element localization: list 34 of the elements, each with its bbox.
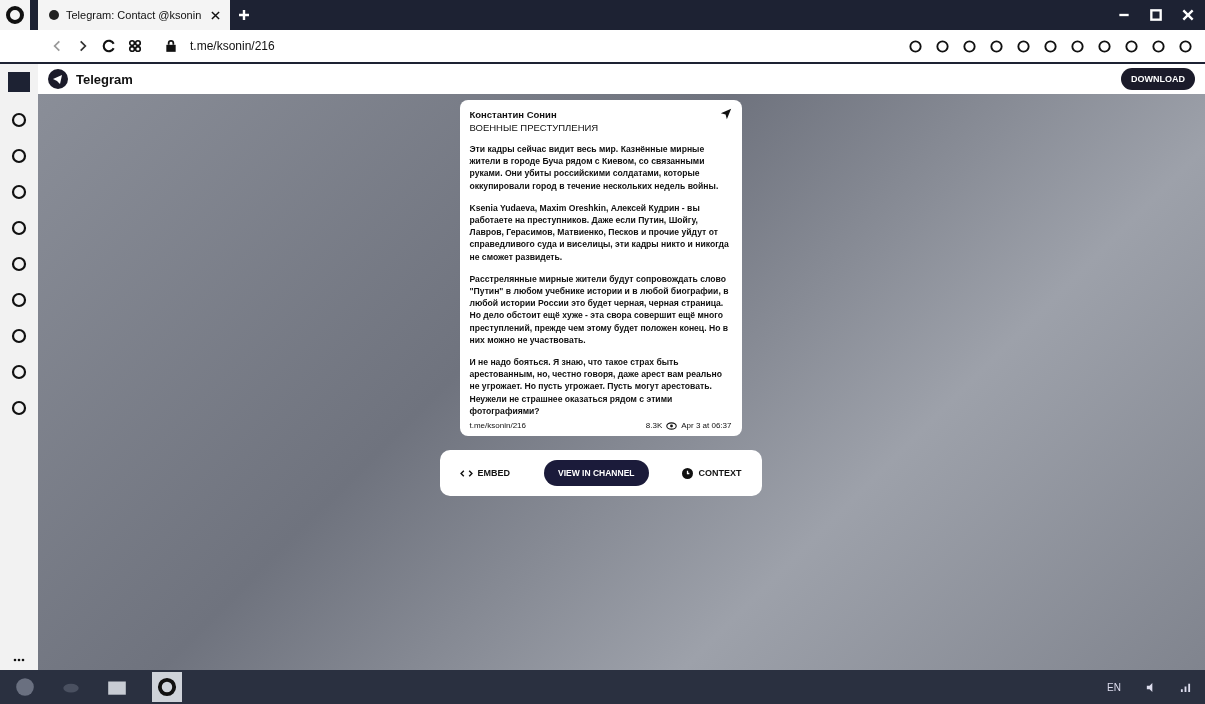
site-title: Telegram [76,71,133,87]
maximize-icon[interactable] [1149,8,1163,22]
more-icon[interactable] [13,658,25,662]
context-button[interactable]: CONTEXT [678,463,746,483]
new-tab-icon[interactable] [238,9,251,21]
network-icon[interactable] [1180,681,1191,693]
post-paragraph: И не надо бояться. Я знаю, что такое страх быть арестованным, но, честно говоря, даже арест вам реально не угрожает. Но пусть угрожает. Пусть могут арестовать. Неужели не страшнее оказаться рядом с этими фотографиями? [469,356,723,418]
telegram-logo-icon[interactable] [48,69,68,89]
view-count: 8.3K [645,421,663,431]
browser-logo-icon[interactable] [0,0,30,30]
globe-icon [48,9,60,21]
post-author[interactable]: Константин Сонин [469,108,557,120]
lock-icon [164,39,178,53]
reload-icon[interactable] [102,39,116,53]
browser-tab[interactable]: Telegram: Contact @ksonin [38,0,231,30]
browser-logo-icon[interactable] [152,672,182,702]
close-tab-icon[interactable] [211,10,221,20]
circle-icon[interactable] [11,184,27,200]
post-paragraph: Расстрелянные мирные жители будут сопровождать слово "Путин" в любом учебнике истории и в любой биографии, в любой истории России это будет черная, черная страница. Но дело обстоит ещё хуже - эта свора совершит ещё много преступлений, прежде чем этому будет положен конец. Но в них можно не участвовать. [469,272,730,347]
code-icon [459,468,473,478]
close-icon[interactable] [1181,8,1195,22]
post-paragraph: Ksenia Yudaeva, Maxim Oreshkin, Алексей Кудрин - вы работаете на преступников. Даже если Путин, Шойгу, Лавров, Герасимов, Матвиенко, Песков и прочие уйдут от справедливого суда и виселицы, эти кадры никто и никогда не сможет развидеть. [469,201,730,263]
download-button[interactable]: DOWNLOAD [1121,68,1195,90]
eye-icon [666,421,678,430]
post-heading: ВОЕННЫЕ ПРЕСТУПЛЕНИЯ [469,122,600,133]
post-link[interactable]: t.me/ksonin/216 [469,421,526,431]
post-paragraph: Эти кадры сейчас видит весь мир. Казнённые мирные жители в городе Буча рядом с Киевом, со связанными руками. Они убиты российскими солдатами, которые оккупировали город в течение нескольких недель войны. [469,143,720,192]
embed-button[interactable]: EMBED [455,464,514,483]
grid-icon[interactable] [128,39,142,53]
post-date: Apr 3 at 06:37 [681,421,732,431]
view-in-channel-button[interactable]: VIEW IN CHANNEL [544,460,649,487]
tab-title[interactable]: Telegram: Contact @ksonin [66,9,202,21]
language-indicator[interactable]: EN [1107,681,1121,693]
url-field[interactable]: t.me/ksonin/216 [190,39,275,53]
